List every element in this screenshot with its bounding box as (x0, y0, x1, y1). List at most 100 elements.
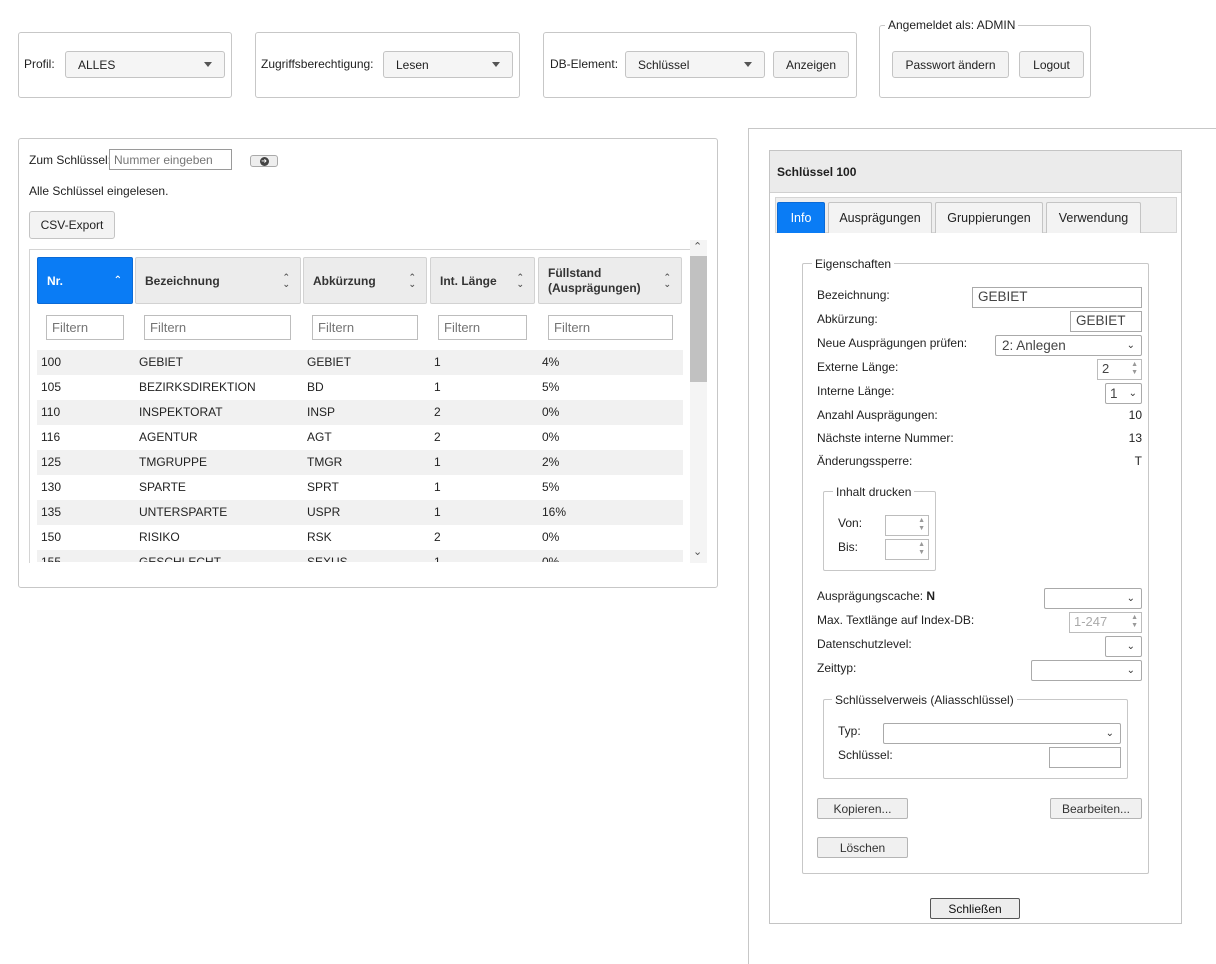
filter-abkuerzung[interactable] (312, 315, 418, 340)
cell-int-laenge: 1 (434, 380, 441, 394)
anzahl-label: Anzahl Ausprägungen: (817, 408, 938, 422)
csv-export-button[interactable]: CSV-Export (29, 211, 115, 239)
abkuerzung-field[interactable]: GEBIET (1070, 311, 1142, 332)
int-laenge-select[interactable]: 1 ⌄ (1105, 383, 1142, 404)
alias-schluessel-field[interactable] (1049, 747, 1121, 768)
cell-int-laenge: 1 (434, 480, 441, 494)
table-row[interactable]: 130 SPARTE SPRT 1 5% (37, 475, 683, 500)
datenschutz-select[interactable]: ⌄ (1105, 636, 1142, 657)
copy-button[interactable]: Kopieren... (817, 798, 908, 819)
cell-abkuerzung: SPRT (307, 480, 339, 494)
table-row[interactable]: 125 TMGRUPPE TMGR 1 2% (37, 450, 683, 475)
tab-gruppierungen[interactable]: Gruppierungen (935, 202, 1043, 233)
cell-abkuerzung: BD (307, 380, 324, 394)
column-header-abkuerzung[interactable]: Abkürzung ⌃ ⌄ (303, 257, 427, 304)
scroll-down-icon[interactable]: ⌄ (693, 545, 702, 558)
dbelement-value: Schlüssel (638, 57, 690, 72)
tab-auspraegungen[interactable]: Ausprägungen (828, 202, 932, 233)
close-button[interactable]: Schließen (930, 898, 1020, 919)
von-spinner[interactable]: ▲ ▼ (885, 515, 929, 536)
filter-nr[interactable] (46, 315, 124, 340)
table-body: 100 GEBIET GEBIET 1 4% 105 BEZIRKSDIREKT… (0, 350, 690, 562)
column-header-nr[interactable]: Nr. ⌃ (37, 257, 133, 304)
table-row[interactable]: 135 UNTERSPARTE USPR 1 16% (37, 500, 683, 525)
pruefen-select[interactable]: 2: Anlegen ⌄ (995, 335, 1142, 356)
cache-select[interactable]: ⌄ (1044, 588, 1142, 609)
spinner-arrows-icon[interactable]: ▲ ▼ (1131, 361, 1138, 377)
cell-abkuerzung: RSK (307, 530, 332, 544)
edit-button[interactable]: Bearbeiten... (1050, 798, 1142, 819)
goto-key-label: Zum Schlüssel: (29, 153, 112, 167)
cell-bezeichnung: RISIKO (139, 530, 180, 544)
zeittyp-select[interactable]: ⌄ (1031, 660, 1142, 681)
bis-spinner[interactable]: ▲ ▼ (885, 539, 929, 560)
cell-nr: 116 (41, 430, 61, 444)
cell-fuellstand: 5% (542, 380, 560, 394)
tab-verwendung[interactable]: Verwendung (1046, 202, 1141, 233)
goto-key-input[interactable] (109, 149, 232, 170)
table-row[interactable]: 110 INSPEKTORAT INSP 2 0% (37, 400, 683, 425)
cell-abkuerzung: USPR (307, 505, 341, 519)
int-laenge-label: Interne Länge: (817, 384, 895, 398)
table-row[interactable]: 150 RISIKO RSK 2 0% (37, 525, 683, 550)
logout-button[interactable]: Logout (1019, 51, 1084, 78)
cell-fuellstand: 0% (542, 405, 560, 419)
arrow-right-icon: ➜ (259, 156, 269, 166)
filter-bezeichnung[interactable] (144, 315, 291, 340)
sort-icon: ⌃ ⌄ (516, 271, 524, 289)
int-laenge-value: 1 (1110, 386, 1118, 401)
maxtext-spinner[interactable]: 1-247 ▲ ▼ (1069, 612, 1142, 633)
detail-title: Schlüssel 100 (777, 165, 857, 179)
table-row[interactable]: 100 GEBIET GEBIET 1 4% (37, 350, 683, 375)
ext-laenge-spinner[interactable]: 2 ▲ ▼ (1097, 359, 1142, 380)
chevron-down-icon: ⌄ (1126, 593, 1135, 604)
filter-fuellstand[interactable] (548, 315, 673, 340)
change-password-button[interactable]: Passwort ändern (892, 51, 1009, 78)
spinner-arrows-icon[interactable]: ▲ ▼ (918, 517, 925, 533)
sperre-value: T (1134, 454, 1142, 468)
show-button[interactable]: Anzeigen (773, 51, 849, 78)
alias-typ-select[interactable]: ⌄ (883, 723, 1121, 744)
access-select[interactable]: Lesen (383, 51, 513, 78)
table-row[interactable]: 116 AGENTUR AGT 2 0% (37, 425, 683, 450)
table-scrollbar[interactable]: ⌃ ⌄ (690, 240, 707, 563)
cell-fuellstand: 4% (542, 355, 560, 369)
profil-select[interactable]: ALLES (65, 51, 225, 78)
cell-bezeichnung: UNTERSPARTE (139, 505, 228, 519)
cell-bezeichnung: GEBIET (139, 355, 184, 369)
spinner-arrows-icon[interactable]: ▲ ▼ (1131, 614, 1138, 630)
typ-label: Typ: (838, 724, 861, 738)
cell-nr: 150 (41, 530, 62, 544)
cell-abkuerzung: AGT (307, 430, 332, 444)
sort-icon: ⌃ ⌄ (408, 271, 416, 289)
cell-nr: 130 (41, 480, 62, 494)
column-header-int-laenge[interactable]: Int. Länge ⌃ ⌄ (430, 257, 535, 304)
schluessel-label: Schlüssel: (838, 748, 893, 762)
scrollbar-thumb[interactable] (690, 256, 707, 382)
chevron-down-icon: ⌄ (1126, 665, 1135, 676)
bezeichnung-field[interactable]: GEBIET (972, 287, 1142, 308)
goto-key-button[interactable]: ➜ (250, 155, 278, 167)
spinner-arrows-icon[interactable]: ▲ ▼ (918, 541, 925, 557)
cache-label-text: Ausprägungscache: (817, 589, 924, 603)
dbelement-select[interactable]: Schlüssel (625, 51, 765, 78)
column-header-fuellstand[interactable]: Füllstand (Ausprägungen) ⌃ ⌄ (538, 257, 682, 304)
anzahl-value: 10 (1128, 408, 1142, 422)
login-legend: Angemeldet als: ADMIN (885, 18, 1019, 32)
table-row[interactable]: 155 GESCHLECHT SEXUS 1 0% (37, 550, 683, 562)
cell-bezeichnung: TMGRUPPE (139, 455, 208, 469)
bis-label: Bis: (838, 540, 859, 554)
cell-nr: 135 (41, 505, 62, 519)
column-header-label: Bezeichnung (145, 273, 220, 288)
tab-info[interactable]: Info (777, 202, 825, 233)
column-header-bezeichnung[interactable]: Bezeichnung ⌃ ⌄ (135, 257, 301, 304)
cell-fuellstand: 0% (542, 530, 560, 544)
scroll-up-icon[interactable]: ⌃ (693, 240, 702, 253)
table-row[interactable]: 105 BEZIRKSDIREKTION BD 1 5% (37, 375, 683, 400)
dbelement-label: DB-Element: (550, 57, 619, 71)
cell-abkuerzung: INSP (307, 405, 336, 419)
filter-int-laenge[interactable] (438, 315, 527, 340)
maxtext-placeholder: 1-247 (1074, 614, 1108, 629)
delete-button[interactable]: Löschen (817, 837, 908, 858)
chevron-down-icon: ⌄ (1126, 641, 1135, 652)
